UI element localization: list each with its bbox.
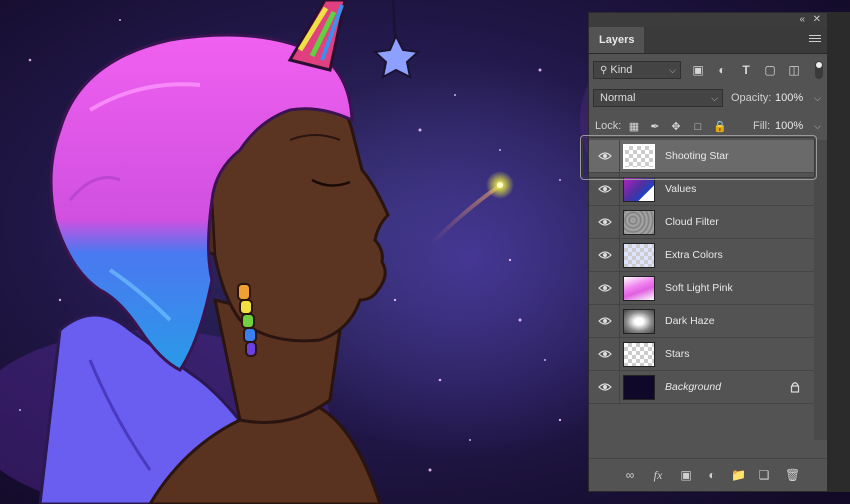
new-group-icon[interactable]: 📁 (731, 468, 746, 482)
layer-row-shooting-star[interactable]: Shooting Star (589, 140, 814, 173)
lock-transparent-pixels-icon[interactable]: ▦ (627, 120, 641, 134)
eye-icon[interactable] (598, 249, 612, 261)
chevron-down-icon: ⌵ (669, 65, 676, 75)
lock-image-pixels-icon[interactable]: ✒ (648, 120, 662, 134)
row-divider (619, 371, 620, 404)
lock-icon[interactable] (790, 381, 800, 393)
search-icon: ⚲ (600, 65, 608, 76)
layer-name[interactable]: Dark Haze (665, 305, 715, 338)
panel-menu-icon[interactable] (809, 33, 821, 45)
fill-label: Fill: (753, 120, 771, 132)
collapse-icon[interactable]: « (799, 13, 805, 27)
lock-label: Lock: (595, 120, 622, 132)
eye-icon[interactable] (598, 216, 612, 228)
layer-name[interactable]: Background (665, 371, 721, 404)
fill-value[interactable]: 100% (775, 117, 803, 135)
layer-thumbnail (623, 309, 655, 334)
blend-mode-label: Normal (600, 92, 636, 104)
layer-name[interactable]: Stars (665, 338, 690, 371)
close-icon[interactable]: ✕ (813, 13, 821, 27)
row-divider (619, 239, 620, 272)
panel-tab-row: Layers (589, 27, 827, 54)
layer-thumbnail (623, 243, 655, 268)
layers-scrollbar[interactable] (814, 140, 827, 440)
filter-kind-dropdown[interactable]: ⚲ Kind ⌵ (593, 61, 681, 79)
row-divider (619, 338, 620, 371)
workspace-edge (828, 12, 850, 492)
row-divider (619, 206, 620, 239)
fill-chevron-icon[interactable]: ⌵ (814, 121, 821, 132)
layer-thumbnail (623, 342, 655, 367)
pixel-layer-filter-icon[interactable]: ▣ (691, 63, 705, 77)
layer-name[interactable]: Soft Light Pink (665, 272, 733, 305)
eye-icon[interactable] (598, 348, 612, 360)
opacity-value[interactable]: 100% (775, 89, 803, 107)
row-divider (619, 173, 620, 206)
opacity-label: Opacity: (731, 92, 772, 104)
lock-position-icon[interactable]: ✥ (669, 120, 683, 134)
chevron-down-icon: ⌵ (711, 93, 718, 103)
adjustment-layer-filter-icon[interactable]: ◐ (715, 63, 729, 77)
eye-icon[interactable] (598, 183, 612, 195)
blend-mode-dropdown[interactable]: Normal ⌵ (593, 89, 723, 107)
filter-toggle[interactable] (815, 61, 823, 79)
layers-panel: « ✕ Layers ⚲ Kind ⌵ ▣ ◐ T ▢ ◫ Normal ⌵ O… (588, 12, 828, 492)
panel-footer: ∞ fx ▣ ◐ 📁 ❏ 🗑 (589, 458, 827, 491)
row-divider (619, 305, 620, 338)
layer-row-background[interactable]: Background (589, 371, 814, 404)
layer-thumbnail (623, 144, 655, 169)
layer-name[interactable]: Values (665, 173, 696, 206)
blend-row: Normal ⌵ Opacity: 100% ⌵ (589, 85, 827, 113)
layer-row-soft-light-pink[interactable]: Soft Light Pink (589, 272, 814, 305)
panel-title-strip: « ✕ (589, 13, 827, 27)
layer-thumbnail (623, 276, 655, 301)
opacity-chevron-icon[interactable]: ⌵ (814, 93, 821, 104)
fx-icon[interactable]: fx (651, 468, 665, 482)
eye-icon[interactable] (598, 150, 612, 162)
adjustment-layer-icon[interactable]: ◐ (705, 468, 719, 482)
link-layers-icon[interactable]: ∞ (623, 468, 637, 482)
smart-object-filter-icon[interactable]: ◫ (787, 63, 801, 77)
eye-icon[interactable] (598, 381, 612, 393)
new-layer-icon[interactable]: ❏ (757, 468, 771, 482)
layer-name[interactable]: Cloud Filter (665, 206, 719, 239)
lock-row: Lock: ▦ ✒ ✥ □ 🔒 Fill: 100% ⌵ (589, 113, 827, 140)
eye-icon[interactable] (598, 282, 612, 294)
shape-layer-filter-icon[interactable]: ▢ (763, 63, 777, 77)
layer-row-cloud-filter[interactable]: Cloud Filter (589, 206, 814, 239)
lock-artboard-icon[interactable]: □ (691, 120, 705, 134)
eye-icon[interactable] (598, 315, 612, 327)
layer-thumbnail (623, 177, 655, 202)
layer-name[interactable]: Shooting Star (665, 140, 729, 173)
add-mask-icon[interactable]: ▣ (679, 468, 693, 482)
filter-kind-label: Kind (610, 64, 633, 76)
row-divider (619, 140, 620, 173)
layer-thumbnail (623, 210, 655, 235)
tab-layers[interactable]: Layers (589, 27, 645, 53)
filter-row: ⚲ Kind ⌵ ▣ ◐ T ▢ ◫ (589, 57, 827, 85)
lock-all-icon[interactable]: 🔒 (713, 120, 727, 134)
trash-icon[interactable]: 🗑 (785, 468, 800, 482)
layer-name[interactable]: Extra Colors (665, 239, 723, 272)
type-layer-filter-icon[interactable]: T (739, 63, 753, 77)
layer-row-extra-colors[interactable]: Extra Colors (589, 239, 814, 272)
layer-thumbnail (623, 375, 655, 400)
layer-row-dark-haze[interactable]: Dark Haze (589, 305, 814, 338)
row-divider (619, 272, 620, 305)
layer-row-stars[interactable]: Stars (589, 338, 814, 371)
layer-row-values[interactable]: Values (589, 173, 814, 206)
